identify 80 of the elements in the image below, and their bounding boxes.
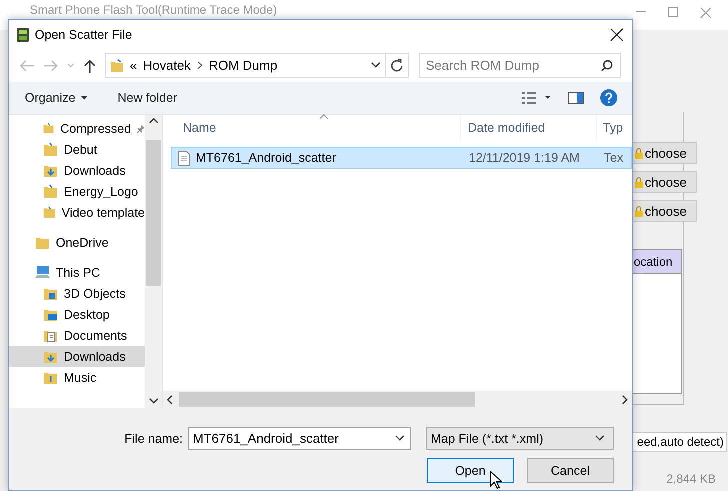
nav-item[interactable]: Documents — [9, 325, 145, 346]
preview-pane-icon[interactable] — [568, 92, 584, 104]
cancel-button[interactable]: Cancel — [527, 458, 614, 483]
nav-item[interactable]: Downloads — [9, 160, 145, 181]
nav-item[interactable]: Debut — [9, 139, 145, 160]
scroll-up-icon[interactable] — [148, 118, 158, 124]
folder-icon — [43, 205, 56, 220]
caret-icon — [80, 96, 88, 100]
column-header[interactable]: ocation — [633, 250, 681, 274]
nav-item[interactable]: OneDrive — [9, 232, 145, 253]
up-arrow-icon[interactable] — [83, 58, 97, 72]
column-header[interactable]: Date modified — [461, 115, 597, 141]
help-icon[interactable] — [600, 89, 618, 107]
window-title: Smart Phone Flash Tool(Runtime Trace Mode) — [30, 3, 278, 17]
choose-button[interactable]: choose — [632, 200, 697, 222]
scroll-left-icon[interactable] — [167, 394, 173, 404]
nav-item[interactable]: Desktop — [9, 304, 145, 325]
search-icon[interactable] — [601, 60, 613, 72]
maximize-icon[interactable] — [668, 7, 678, 17]
document-icon — [178, 150, 190, 166]
downloads-folder-icon — [43, 349, 58, 364]
file-name-field[interactable]: MT6761_Android_scatter — [188, 427, 411, 450]
scrollbar[interactable] — [163, 391, 632, 408]
search-field[interactable]: Search ROM Dump — [419, 53, 621, 78]
overflow-chevrons[interactable]: « — [130, 58, 138, 73]
new-folder-button[interactable]: New folder — [118, 89, 178, 107]
refresh-icon[interactable] — [390, 58, 404, 72]
cube-folder-icon — [43, 286, 58, 301]
file-size: 2,844 KB — [666, 472, 717, 486]
dropdown-icon[interactable] — [371, 62, 381, 69]
chevron-right-icon — [196, 61, 203, 70]
nav-item[interactable]: Compressed — [9, 118, 145, 139]
downloads-folder-icon — [43, 163, 58, 178]
folder-icon — [43, 142, 58, 157]
file-name: MT6761_Android_scatter — [196, 151, 336, 165]
file-row[interactable]: MT6761_Android_scatter 12/11/2019 1:19 AM Tex — [171, 147, 632, 169]
nav-item[interactable]: This PC — [9, 262, 145, 283]
file-type: Tex — [603, 151, 624, 165]
scroll-down-icon[interactable] — [148, 398, 158, 404]
organize-menu[interactable]: Organize — [25, 89, 88, 107]
open-button[interactable]: Open — [427, 458, 514, 483]
scroll-right-icon[interactable] — [622, 394, 628, 404]
dialog-title: Open Scatter File — [35, 28, 134, 42]
dropdown-icon — [595, 435, 605, 442]
nav-item[interactable]: Music — [9, 367, 145, 388]
folder-icon — [110, 58, 124, 72]
lock-icon — [635, 148, 643, 158]
choose-button[interactable]: choose — [632, 171, 697, 193]
column-header[interactable]: Typ — [597, 115, 624, 141]
folder-icon — [43, 121, 54, 136]
nav-item[interactable]: Video template — [9, 202, 145, 223]
folder-icon — [35, 235, 50, 250]
scrollbar-thumb[interactable] — [146, 140, 161, 286]
close-icon[interactable] — [610, 28, 624, 42]
app-icon — [17, 28, 29, 42]
nav-item[interactable]: Energy_Logo — [9, 181, 145, 202]
file-type-dropdown[interactable]: Map File (*.txt *.xml) — [426, 427, 614, 450]
sort-up-icon — [319, 114, 329, 120]
documents-folder-icon — [43, 328, 58, 343]
choose-button[interactable]: choose — [632, 142, 697, 164]
music-folder-icon — [43, 370, 58, 385]
desktop-folder-icon — [43, 307, 58, 322]
nav-item[interactable]: 3D Objects — [9, 283, 145, 304]
column-header[interactable]: Name — [171, 115, 461, 141]
computer-icon — [35, 265, 50, 280]
field-label: File name: — [124, 432, 183, 446]
breadcrumb[interactable]: Hovatek — [143, 58, 191, 73]
lock-icon — [635, 206, 643, 216]
pin-icon — [137, 124, 145, 134]
lock-icon — [635, 176, 643, 188]
date-modified: 12/11/2019 1:19 AM — [468, 151, 581, 165]
scrollbar-thumb[interactable] — [179, 392, 475, 407]
view-options-icon[interactable] — [522, 91, 552, 105]
folder-icon — [43, 184, 58, 199]
scrollbar[interactable] — [145, 115, 162, 408]
dropdown-icon[interactable] — [395, 435, 405, 442]
status-field: eed,auto detect) — [632, 432, 727, 452]
nav-item[interactable]: Downloads — [9, 346, 145, 367]
address-bar[interactable]: « Hovatek ROM Dump — [105, 53, 409, 78]
breadcrumb[interactable]: ROM Dump — [208, 58, 278, 73]
